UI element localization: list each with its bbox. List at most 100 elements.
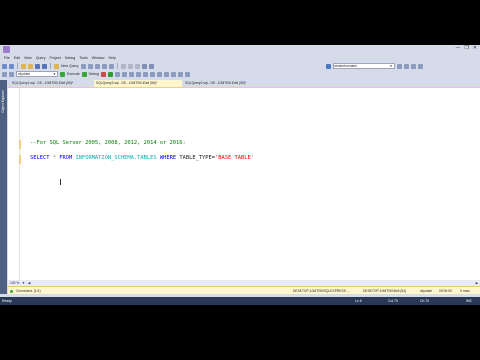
menu-tools[interactable]: Tools [77, 56, 89, 60]
paste-icon[interactable] [134, 63, 140, 69]
cancel-query-icon[interactable] [100, 71, 106, 77]
toolbar-separator [50, 63, 51, 69]
database-value: cityduke [18, 72, 31, 76]
column-number: Col 70 [388, 299, 398, 303]
new-query-icon[interactable] [54, 63, 59, 69]
tab-sqlquery1[interactable]: SQLQuery1.sql - DE...10MTI90.iDell (55)* [10, 80, 92, 87]
execute-icon[interactable] [60, 71, 65, 77]
search-value: tessiertromaine [334, 64, 358, 68]
back-icon[interactable] [2, 63, 7, 69]
copy-icon[interactable] [127, 63, 133, 69]
close-button[interactable]: ✕ [473, 45, 477, 51]
execute-button[interactable]: Execute [67, 72, 80, 76]
analysis-query-icon[interactable] [87, 63, 93, 69]
forward-icon[interactable] [9, 63, 14, 69]
redo-icon[interactable] [148, 63, 154, 69]
display-plan-icon[interactable] [114, 71, 120, 77]
client-stats-icon[interactable] [135, 71, 141, 77]
object-explorer-label: Object Explorer [1, 90, 5, 113]
search-combobox[interactable]: tessiertromaine ▼ [332, 63, 395, 69]
parse-icon[interactable] [107, 71, 113, 77]
decrease-indent-icon[interactable] [177, 71, 183, 77]
row-count: 0 rows [460, 289, 470, 293]
database-name: cityduke [420, 289, 433, 293]
query-designer-icon[interactable] [121, 71, 127, 77]
maximize-button[interactable]: ❐ [464, 45, 468, 51]
character-number: Ch 70 [420, 299, 430, 303]
toolbar-separator [116, 63, 118, 69]
menu-edit[interactable]: Edit [12, 56, 22, 60]
ready-status: Ready [2, 299, 12, 303]
sql-editor-toolbar: cityduke ▼ Execute Debug [0, 70, 480, 78]
ssms-window: — ❐ ✕ File Edit View Query Project Debug… [0, 45, 480, 305]
menu-debug[interactable]: Debug [63, 56, 78, 60]
code-comment-line[interactable]: --For SQL Server 2005, 2008, 2012, 2014 … [30, 140, 186, 146]
ssms-app-icon [3, 46, 10, 53]
document-tab-strip: SQLQuery1.sql - DE...10MTI90.iDell (55)*… [8, 80, 480, 87]
comment-icon[interactable] [163, 71, 169, 77]
query-status-bar: Connected. (1/1) DESKTOP-10MTI90\SQLEXPR… [8, 286, 480, 294]
new-query-button[interactable]: New Query [61, 64, 79, 68]
undo-icon[interactable] [141, 63, 147, 69]
results-to-text-icon[interactable] [142, 71, 148, 77]
status-bar: Ready Ln 6 Col 70 Ch 70 INS [0, 297, 480, 305]
debug-icon[interactable] [81, 71, 87, 77]
increase-indent-icon[interactable] [184, 71, 190, 77]
menu-help[interactable]: Help [107, 56, 118, 60]
menu-bar: File Edit View Query Project Debug Tools… [0, 54, 480, 62]
standard-toolbar: New Query tessiertromaine ▼ [0, 62, 480, 70]
toolbox-icon[interactable] [410, 63, 416, 69]
find-icon[interactable] [325, 63, 331, 69]
insert-mode: INS [466, 299, 472, 303]
change-marker [19, 155, 21, 164]
editor-gutter [8, 88, 20, 280]
dmx-query-icon[interactable] [101, 63, 107, 69]
menu-file[interactable]: File [2, 56, 12, 60]
tab-sqlquery3-active[interactable]: SQLQuery3.sql - DE...10MTI90.iDell (56)* [94, 80, 182, 87]
save-all-icon[interactable] [42, 63, 47, 69]
mdx-query-icon[interactable] [94, 63, 100, 69]
cut-icon[interactable] [120, 63, 126, 69]
connected-icon [10, 289, 13, 293]
customize-icon[interactable] [417, 63, 423, 69]
window-controls: — ❐ ✕ [455, 45, 477, 51]
chevron-down-icon[interactable]: ▼ [53, 72, 56, 76]
connect-icon[interactable] [2, 71, 7, 77]
database-engine-query-icon[interactable] [80, 63, 86, 69]
code-query-line[interactable]: SELECT * FROM INFORMATION_SCHEMA.TABLES … [30, 155, 254, 161]
sql-editor[interactable]: --For SQL Server 2005, 2008, 2012, 2014 … [8, 88, 480, 280]
object-explorer-tab[interactable]: Object Explorer [0, 80, 7, 294]
minimize-button[interactable]: — [455, 45, 460, 51]
menu-query[interactable]: Query [34, 56, 48, 60]
new-file-icon[interactable] [21, 63, 26, 69]
line-number: Ln 6 [355, 299, 362, 303]
scroll-left-icon[interactable]: ◀ [28, 281, 30, 285]
include-plan-icon[interactable] [128, 71, 134, 77]
menu-view[interactable]: View [22, 56, 34, 60]
keyword-from: FROM [59, 155, 73, 161]
debug-button[interactable]: Debug [89, 72, 99, 76]
keyword-where: WHERE [159, 155, 177, 161]
solution-explorer-icon[interactable] [396, 63, 402, 69]
results-to-grid-icon[interactable] [149, 71, 155, 77]
chevron-down-icon[interactable]: ▼ [390, 64, 393, 68]
change-marker [19, 140, 21, 149]
scroll-right-icon[interactable]: ▶ [476, 281, 478, 285]
properties-icon[interactable] [403, 63, 409, 69]
tab-sqlquery2[interactable]: SQLQuery2.sql - DE...10MTI90.iDell (55)* [183, 80, 273, 87]
results-to-file-icon[interactable] [156, 71, 162, 77]
uncomment-icon[interactable] [170, 71, 176, 77]
menu-window[interactable]: Window [90, 56, 107, 60]
login-name: DESKTOP-10MTI90\Dell (54) [363, 289, 407, 293]
table-identifier: INFORMATION_SCHEMA.TABLES [72, 155, 160, 161]
elapsed-time: 00:00:00 [439, 289, 452, 293]
change-connection-icon[interactable] [9, 71, 14, 77]
xmla-query-icon[interactable] [108, 63, 114, 69]
connection-status: Connected. (1/1) [16, 289, 41, 293]
save-icon[interactable] [35, 63, 40, 69]
database-combobox[interactable]: cityduke ▼ [16, 71, 58, 77]
menu-project[interactable]: Project [48, 56, 63, 60]
open-folder-icon[interactable] [28, 63, 33, 69]
string-literal: 'BASE TABLE' [215, 155, 254, 161]
column-identifier: TABLE_TYPE= [176, 155, 216, 161]
